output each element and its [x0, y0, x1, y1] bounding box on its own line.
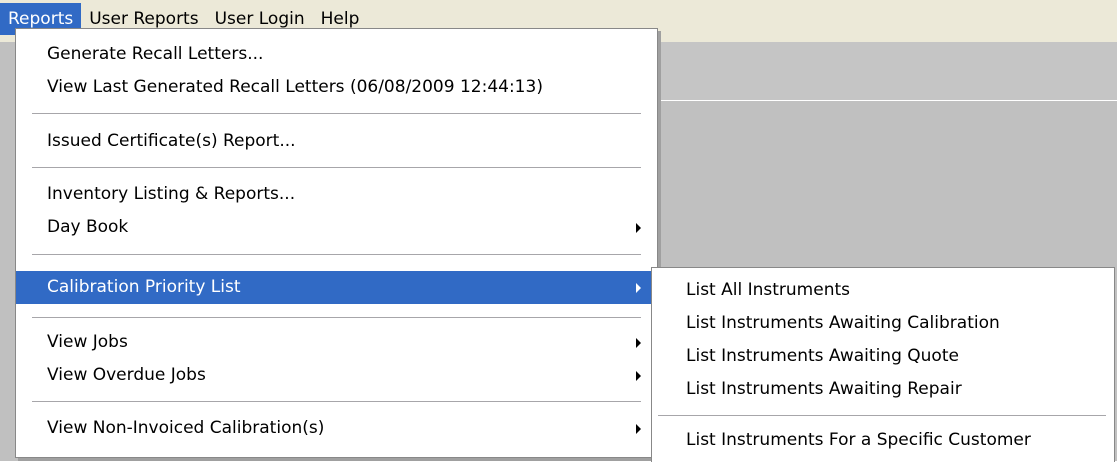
- submenu-item-label: List Instruments Awaiting Repair: [686, 379, 962, 399]
- menu-item-inventory-listing[interactable]: Inventory Listing & Reports...: [16, 178, 657, 211]
- menu-separator: [32, 401, 641, 403]
- menu-item-label: View Overdue Jobs: [47, 365, 206, 385]
- chevron-right-icon: [636, 338, 641, 348]
- submenu-item-awaiting-calibration[interactable]: List Instruments Awaiting Calibration: [652, 307, 1112, 340]
- submenu-item-label: List All Instruments: [686, 280, 850, 300]
- menu-item-label: Generate Recall Letters...: [47, 44, 264, 64]
- chevron-right-icon: [636, 283, 641, 293]
- menu-item-label: Issued Certificate(s) Report...: [47, 131, 296, 151]
- menu-item-label: View Last Generated Recall Letters (06/0…: [47, 77, 543, 97]
- menu-item-label: Calibration Priority List: [47, 277, 241, 297]
- toolbar-area: [660, 41, 1117, 101]
- submenu-item-label: List Instruments Awaiting Calibration: [686, 313, 1000, 333]
- submenu-item-awaiting-repair[interactable]: List Instruments Awaiting Repair: [652, 373, 1112, 406]
- menu-item-label: View Non-Invoiced Calibration(s): [47, 418, 325, 438]
- menu-item-calibration-priority-list[interactable]: Calibration Priority List: [16, 271, 657, 304]
- menu-item-label: View Jobs: [47, 332, 128, 352]
- menu-item-issued-certificates-report[interactable]: Issued Certificate(s) Report...: [16, 125, 657, 158]
- submenu-item-specific-customer[interactable]: List Instruments For a Specific Customer: [652, 424, 1112, 457]
- menu-separator: [32, 167, 641, 169]
- menu-item-day-book[interactable]: Day Book: [16, 211, 657, 244]
- submenu-item-label: List Instruments Awaiting Quote: [686, 346, 959, 366]
- menu-item-generate-recall-letters[interactable]: Generate Recall Letters...: [16, 38, 657, 71]
- menu-item-label: Day Book: [47, 217, 129, 237]
- menu-separator: [32, 317, 641, 319]
- menu-item-view-overdue-jobs[interactable]: View Overdue Jobs: [16, 359, 657, 392]
- submenu-item-label: List Instruments For a Specific Customer: [686, 430, 1031, 450]
- menu-item-view-last-recall-letters[interactable]: View Last Generated Recall Letters (06/0…: [16, 71, 657, 104]
- menu-item-view-non-invoiced-calibrations[interactable]: View Non-Invoiced Calibration(s): [16, 412, 657, 445]
- submenu-item-awaiting-quote[interactable]: List Instruments Awaiting Quote: [652, 340, 1112, 373]
- submenu-item-list-all-instruments[interactable]: List All Instruments: [652, 274, 1112, 307]
- chevron-right-icon: [636, 371, 641, 381]
- chevron-right-icon: [636, 223, 641, 233]
- reports-dropdown-menu: Generate Recall Letters... View Last Gen…: [15, 28, 658, 458]
- calibration-priority-submenu: List All Instruments List Instruments Aw…: [651, 267, 1115, 462]
- menu-item-view-jobs[interactable]: View Jobs: [16, 326, 657, 359]
- menu-separator: [32, 254, 641, 256]
- menu-item-label: Inventory Listing & Reports...: [47, 184, 296, 204]
- menu-separator: [658, 415, 1106, 417]
- chevron-right-icon: [636, 424, 641, 434]
- menu-separator: [32, 113, 641, 115]
